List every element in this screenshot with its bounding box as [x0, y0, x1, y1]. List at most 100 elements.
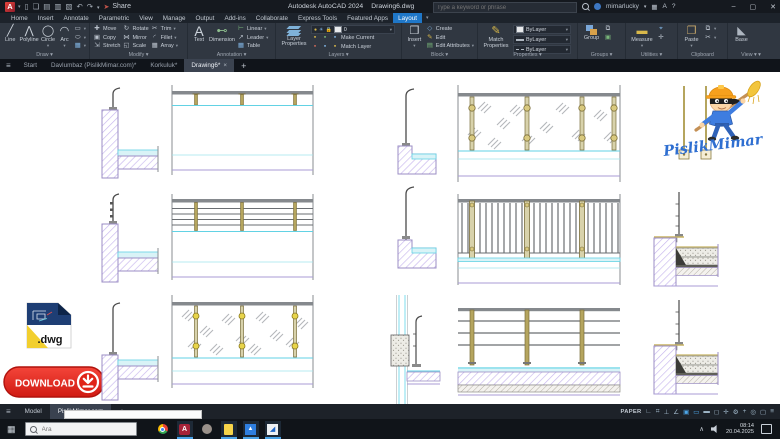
detail-section-parapet-2[interactable] [398, 89, 436, 174]
start-button[interactable]: ▦ [4, 424, 19, 435]
tab-collaborate[interactable]: Collaborate [251, 13, 293, 23]
panel-label-utilities[interactable]: Utilities ▾ [626, 52, 677, 58]
array-button[interactable]: ▦Array▾ [151, 42, 178, 51]
insert-button[interactable]: ❒ Insert▾ [405, 25, 424, 48]
panel-label-properties[interactable]: Properties ▾ [478, 52, 577, 58]
hatch-button[interactable]: ▦▾ [74, 42, 86, 51]
save-icon[interactable]: ▤ [42, 2, 51, 11]
group-edit-button[interactable]: ▣ [604, 34, 612, 43]
make-current-button[interactable]: ▪▪▪ Make Current [311, 34, 398, 43]
measure-button[interactable]: ▬ Measure▾ [629, 25, 655, 48]
tab-manage[interactable]: Manage [158, 13, 191, 23]
rectangle-button[interactable]: ▭▾ [74, 25, 86, 34]
download-button[interactable]: DOWNLOAD [4, 367, 104, 397]
trim-button[interactable]: ✂Trim▾ [151, 25, 178, 34]
layout-menu-icon[interactable]: ≡ [0, 404, 17, 419]
panel-label-view[interactable]: View ▾ ▾ [728, 52, 774, 58]
paste-button[interactable]: ❐ Paste▾ [681, 25, 702, 48]
plus-icon[interactable]: + [743, 408, 747, 415]
fillet-button[interactable]: ◜Fillet▾ [151, 34, 178, 43]
new-tab-button[interactable]: + [234, 59, 253, 72]
match-layer-button[interactable]: ▪▪▪ Match Layer [311, 43, 398, 52]
taskbar-search-input[interactable] [40, 425, 132, 434]
file-tab-drawing6[interactable]: Drawing6* × [184, 59, 234, 72]
circle-button[interactable]: ◯ Circle▾ [41, 25, 55, 48]
photos-icon[interactable]: ▲ [243, 421, 259, 439]
panel-label-annotation[interactable]: Annotation ▾ [188, 52, 275, 58]
volume-icon[interactable] [711, 425, 719, 433]
base-button[interactable]: ◣ Base [731, 25, 752, 44]
search-icon[interactable] [582, 3, 589, 10]
arc-button[interactable]: ◠ Arc▾ [57, 25, 71, 48]
tab-annotate[interactable]: Annotate [59, 13, 94, 23]
file-tab-davlumbaz[interactable]: Davlumbaz (PislikMimar.com)* [44, 59, 143, 72]
detail-elevation-horizontal-rails[interactable] [172, 194, 313, 280]
tab-insert[interactable]: Insert [33, 13, 59, 23]
signed-in-user[interactable]: mimarlucky [606, 3, 639, 10]
copy-clip-button[interactable]: ⧉▾ [704, 25, 716, 34]
detail-elevation-glass-clamps-1[interactable] [458, 85, 620, 182]
close-button[interactable]: ✕ [770, 3, 776, 11]
detail-slab-edge-section-1[interactable] [654, 192, 718, 286]
panel-label-modify[interactable]: Modify ▾ [90, 52, 187, 58]
sketchup-icon[interactable]: ◢ [265, 421, 281, 439]
panel-label-layers[interactable]: Layers ▾ [276, 52, 401, 58]
layer-dropdown[interactable]: ●☀ 🔒 0 ▾ [311, 25, 395, 34]
paper-space-indicator[interactable]: PAPER [620, 409, 641, 415]
tab-home[interactable]: Home [6, 13, 33, 23]
lineweight-dropdown[interactable]: ByLayer▾ [513, 35, 571, 44]
dynamic-input-icon[interactable]: ▭ [693, 408, 699, 416]
annotation-scale-icon[interactable]: ✛ [723, 408, 728, 416]
help-search-box[interactable] [433, 2, 577, 13]
lineweight-icon[interactable]: ▬ [703, 408, 710, 415]
workspace-gear-icon[interactable]: ⚙ [733, 408, 739, 416]
polyline-button[interactable]: ⋀ Polyline [19, 25, 38, 44]
linear-button[interactable]: ⊢Linear▾ [237, 25, 268, 34]
color-dropdown[interactable]: ByLayer▾ [513, 25, 571, 34]
tab-parametric[interactable]: Parametric [94, 13, 134, 23]
copy-button[interactable]: ▣Copy [93, 34, 120, 43]
app-store-icon[interactable]: ▦ [651, 3, 657, 11]
tab-layout[interactable]: Layout [393, 13, 422, 23]
plot-icon[interactable]: ▧ [64, 2, 73, 11]
open-file-icon[interactable]: ❏ [32, 2, 41, 11]
snap-icon[interactable]: ∟ [646, 408, 652, 415]
line-button[interactable]: ╱ Line [3, 25, 17, 44]
tab-addins[interactable]: Add-ins [219, 13, 250, 23]
file-tab-menu-icon[interactable]: ≡ [0, 59, 17, 72]
taskbar-search-box[interactable] [25, 422, 137, 436]
minimize-button[interactable]: – [732, 3, 736, 10]
help-icon[interactable]: ? [672, 3, 676, 10]
new-file-icon[interactable]: ▯ [24, 2, 30, 11]
tab-featured-apps[interactable]: Featured Apps [342, 13, 393, 23]
edit-attributes-button[interactable]: ▤Edit Attributes▾ [426, 42, 474, 51]
detail-elevation-balusters[interactable] [458, 194, 620, 285]
isolate-objects-icon[interactable]: ◎ [750, 408, 756, 416]
dwg-file-icon[interactable]: .dwg [27, 303, 71, 348]
group-button[interactable]: Group [581, 25, 602, 42]
polar-icon[interactable]: ∠ [673, 408, 679, 416]
quick-select-button[interactable]: ⌖ [657, 25, 665, 34]
edit-block-button[interactable]: ✎Edit [426, 34, 474, 43]
layout-tab-model[interactable]: Model [17, 404, 50, 419]
ungroup-button[interactable]: ⧉ [604, 25, 612, 34]
panel-label-block[interactable]: Block ▾ [402, 52, 477, 58]
taskbar-clock[interactable]: 08:14 20.04.2025 [726, 423, 754, 436]
cut-clip-button[interactable]: ✂▾ [704, 34, 716, 43]
help-search-input[interactable] [434, 5, 576, 11]
detail-section-parapet-4[interactable] [398, 187, 436, 268]
autodesk-icon[interactable]: A [663, 3, 667, 10]
qat-caret-icon[interactable]: ▾ [96, 5, 101, 11]
drawing-canvas[interactable]: PislikMimar [0, 72, 780, 404]
status-menu-icon[interactable]: ≡ [770, 408, 774, 415]
detail-slab-edge-section-2[interactable] [654, 300, 718, 394]
detail-section-parapet-1[interactable] [102, 88, 158, 178]
create-block-button[interactable]: ◇Create [426, 25, 474, 34]
tab-row-caret-icon[interactable]: ▾ [426, 15, 429, 21]
rotate-button[interactable]: ↻Rotate [122, 25, 148, 34]
undo-icon[interactable]: ↶ [75, 2, 83, 11]
notification-center-icon[interactable] [761, 424, 772, 434]
detail-section-parapet-5[interactable] [102, 303, 158, 400]
share-button[interactable]: Share [112, 3, 131, 10]
ellipse-button[interactable]: ⬭▾ [74, 34, 86, 43]
